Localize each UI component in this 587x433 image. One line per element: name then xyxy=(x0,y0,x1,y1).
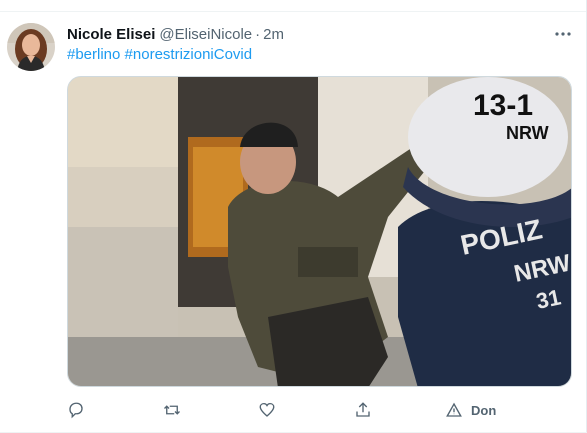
reply-button[interactable] xyxy=(67,399,85,421)
hashtag-berlino[interactable]: #berlino xyxy=(67,46,120,63)
donate-label: Don xyxy=(471,402,497,418)
tweet-text: #berlino #norestrizioniCovid xyxy=(67,45,252,65)
tweet-header: Nicole Elisei @EliseiNicole · 2m xyxy=(67,24,567,44)
more-options-button[interactable] xyxy=(553,24,573,44)
avatar-image xyxy=(7,23,55,71)
tweet-timestamp[interactable]: 2m xyxy=(263,26,284,43)
reply-icon xyxy=(69,402,83,419)
author-name[interactable]: Nicole Elisei xyxy=(67,26,155,43)
author-handle[interactable]: @EliseiNicole xyxy=(159,26,252,43)
share-button[interactable] xyxy=(354,399,372,421)
donate-icon xyxy=(446,402,462,417)
separator-dot: · xyxy=(255,25,261,43)
helmet-region-text: NRW xyxy=(506,123,549,143)
like-button[interactable] xyxy=(258,399,276,421)
top-divider xyxy=(0,11,587,12)
donate-button[interactable]: Don xyxy=(445,399,496,421)
vest-number-text: 31 xyxy=(534,284,563,314)
hashtag-norestrizionicovid[interactable]: #norestrizioniCovid xyxy=(125,46,253,63)
video-frame: 13-1 NRW POLIZ NRW 31 xyxy=(68,77,571,386)
tweet-actions-bar: Don xyxy=(67,399,507,421)
retweet-button[interactable] xyxy=(163,399,181,421)
tweet-media-video[interactable]: 13-1 NRW POLIZ NRW 31 xyxy=(67,76,572,387)
retweet-icon xyxy=(164,405,180,415)
share-icon xyxy=(356,402,370,417)
more-icon xyxy=(555,32,571,36)
heart-icon xyxy=(259,402,275,417)
helmet-number-text: 13-1 xyxy=(473,89,533,122)
avatar[interactable] xyxy=(7,23,55,71)
